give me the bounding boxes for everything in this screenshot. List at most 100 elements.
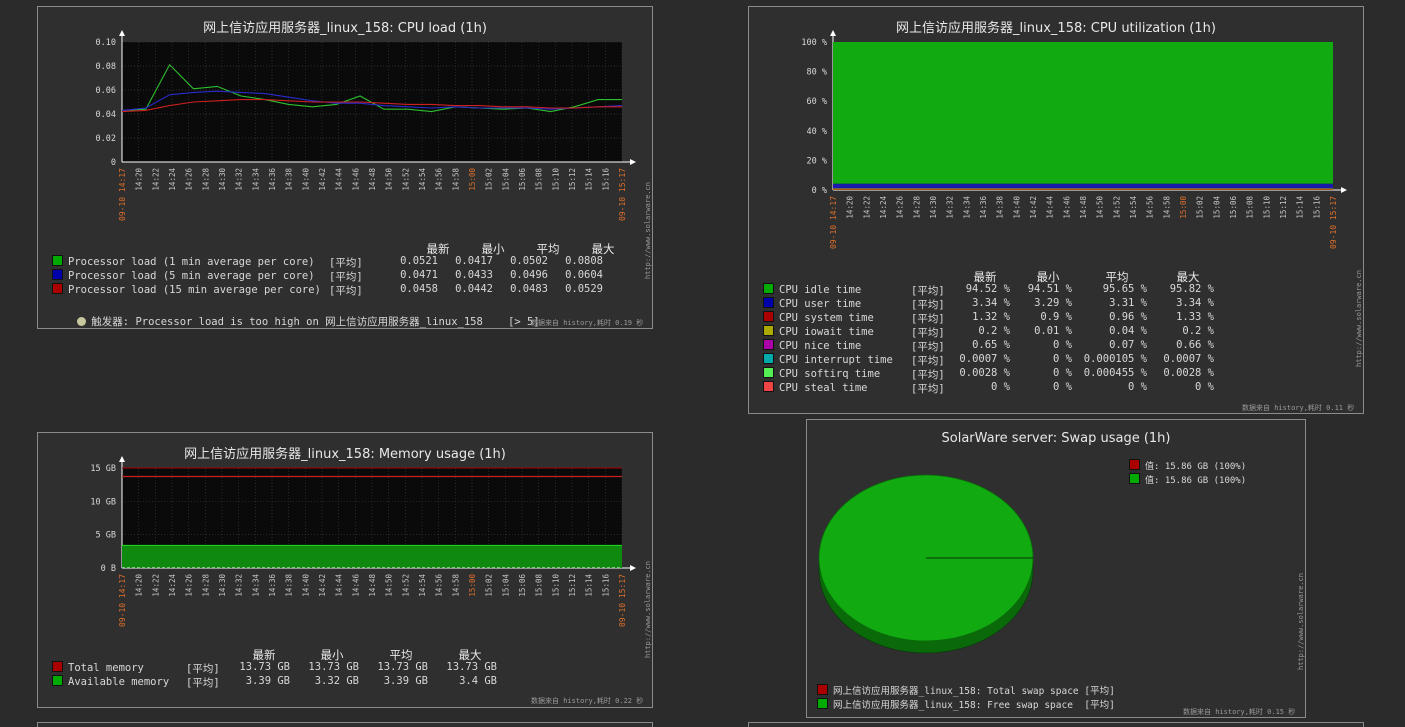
- x-tick-label: 14:24: [168, 574, 177, 597]
- legend-value: 0 %: [1053, 381, 1072, 393]
- legend-swatch: [1129, 459, 1140, 470]
- x-tick-label: 15:02: [485, 574, 494, 597]
- y-axis-arrow-icon: [119, 30, 125, 36]
- legend-label: CPU steal time: [779, 382, 868, 394]
- legend-value: 0.0007 %: [1163, 353, 1214, 365]
- legend-swatch: [817, 684, 828, 695]
- x-tick-label: 14:48: [368, 574, 377, 597]
- avg-tag: [平均]: [186, 663, 220, 675]
- trigger-text: : Processor load is too high on 网上信访应用服务…: [122, 316, 540, 328]
- legend-value: 3.4 GB: [459, 675, 497, 687]
- swap-legend-2-text: 网上信访应用服务器_linux_158: Free swap space [平均…: [833, 700, 1115, 711]
- watermark-link: http://www.solarware.cn: [1297, 573, 1305, 670]
- legend-value: 0.9 %: [1040, 311, 1072, 323]
- legend-swatch: [763, 367, 774, 378]
- legend-label: CPU nice time: [779, 340, 862, 352]
- x-tick-label: 15:14: [1296, 196, 1305, 219]
- x-tick-label: 15:00: [1179, 196, 1188, 219]
- legend-value: 0 %: [1053, 367, 1072, 379]
- legend-value: 0.66 %: [1176, 339, 1214, 351]
- cpu-util-footer: 数据来自 history,耗时 0.11 秒: [1242, 404, 1355, 412]
- legend-value: 0.0496: [510, 269, 548, 281]
- x-tick-label: 15:08: [1246, 196, 1255, 219]
- legend-label: Available memory: [68, 676, 170, 688]
- legend-label: CPU system time: [779, 312, 874, 324]
- x-tick-label: 14:42: [1029, 196, 1038, 219]
- x-tick-label: 14:32: [235, 574, 244, 597]
- legend-row: CPU user time: [763, 297, 861, 310]
- area-user: [833, 183, 1333, 189]
- legend-value: 0 %: [1053, 339, 1072, 351]
- legend-swatch: [763, 381, 774, 392]
- legend-value: 0.01 %: [1034, 325, 1072, 337]
- legend-value: 0.0604: [565, 269, 603, 281]
- y-tick-label: 0 %: [812, 186, 827, 196]
- legend-value: 13.73 GB: [308, 661, 359, 673]
- x-tick-label: 15:16: [601, 168, 610, 191]
- legend-row: Processor load (15 min average per core): [52, 283, 321, 296]
- y-tick-label: 10 GB: [90, 497, 116, 507]
- legend-value: 95.82 %: [1169, 283, 1214, 295]
- legend-row: CPU nice time: [763, 339, 861, 352]
- legend-swatch: [763, 283, 774, 294]
- legend-row: CPU interrupt time: [763, 353, 893, 366]
- legend-swatch: [763, 339, 774, 350]
- legend-value: 1.33 %: [1176, 311, 1214, 323]
- x-tick-label: 14:48: [1079, 196, 1088, 219]
- x-tick-label: 14:38: [285, 574, 294, 597]
- next-panel-left-edge: [37, 722, 653, 727]
- pie-legend-2: 值: 15.86 GB (100%): [1129, 473, 1246, 486]
- trigger-row: 触发器: Processor load is too high on 网上信访应…: [52, 302, 540, 341]
- legend-value: 3.39 GB: [245, 675, 290, 687]
- y-tick-label: 0: [111, 158, 116, 168]
- legend-value: 0.0028 %: [1163, 367, 1214, 379]
- x-tick-label: 14:44: [335, 168, 344, 191]
- x-tick-label: 14:56: [435, 574, 444, 597]
- y-tick-label: 60 %: [807, 97, 827, 107]
- x-tick-label: 14:52: [401, 168, 410, 191]
- x-tick-label: 14:20: [135, 574, 144, 597]
- legend-row: CPU steal time: [763, 381, 868, 394]
- legend-value: 3.32 GB: [314, 675, 359, 687]
- x-tick-label: 14:46: [351, 168, 360, 191]
- x-tick-label: 14:28: [201, 574, 210, 597]
- avg-tag: [平均]: [329, 271, 363, 283]
- y-axis-arrow-icon: [119, 456, 125, 462]
- y-tick-label: 20 %: [807, 156, 827, 166]
- x-tick-label: 15:04: [1212, 196, 1221, 219]
- pie-legend-1: 值: 15.86 GB (100%): [1129, 459, 1246, 472]
- x-tick-label: 14:46: [351, 574, 360, 597]
- legend-value: 0 %: [1195, 381, 1214, 393]
- x-tick-label: 15:02: [485, 168, 494, 191]
- legend-label: Processor load (15 min average per core): [68, 284, 321, 296]
- legend-label: Total memory: [68, 662, 144, 674]
- y-tick-label: 80 %: [807, 68, 827, 78]
- y-tick-label: 0 B: [101, 564, 116, 574]
- x-tick-label: 14:38: [285, 168, 294, 191]
- x-tick-label: 14:58: [1162, 196, 1171, 219]
- avg-tag: [平均]: [329, 285, 363, 297]
- x-axis-arrow-icon: [1341, 187, 1347, 193]
- legend-row: CPU system time: [763, 311, 874, 324]
- x-tick-label: 14:54: [418, 168, 427, 191]
- trigger-label: 触发器: [91, 316, 123, 328]
- x-tick-label: 14:40: [1012, 196, 1021, 219]
- x-tick-label: 15:06: [518, 574, 527, 597]
- swap-legend-1: 网上信访应用服务器_linux_158: Total swap space [平…: [817, 683, 1115, 697]
- legend-swatch: [817, 698, 828, 709]
- legend-swatch: [52, 255, 63, 266]
- x-tick-label: 15:08: [535, 574, 544, 597]
- next-panel-right-edge: [748, 722, 1364, 727]
- legend-swatch: [763, 353, 774, 364]
- trigger-dot-icon: [77, 317, 87, 326]
- legend-label: CPU idle time: [779, 284, 862, 296]
- legend-label: Processor load (5 min average per core): [68, 270, 315, 282]
- y-tick-label: 5 GB: [96, 531, 116, 541]
- x-tick-label: 14:42: [318, 168, 327, 191]
- legend-value: 0 %: [1053, 353, 1072, 365]
- y-tick-label: 40 %: [807, 127, 827, 137]
- legend-row: Available memory: [52, 675, 169, 688]
- x-tick-label: 14:56: [435, 168, 444, 191]
- x-tick-label: 14:26: [896, 196, 905, 219]
- watermark-link: http://www.solarware.cn: [644, 182, 652, 279]
